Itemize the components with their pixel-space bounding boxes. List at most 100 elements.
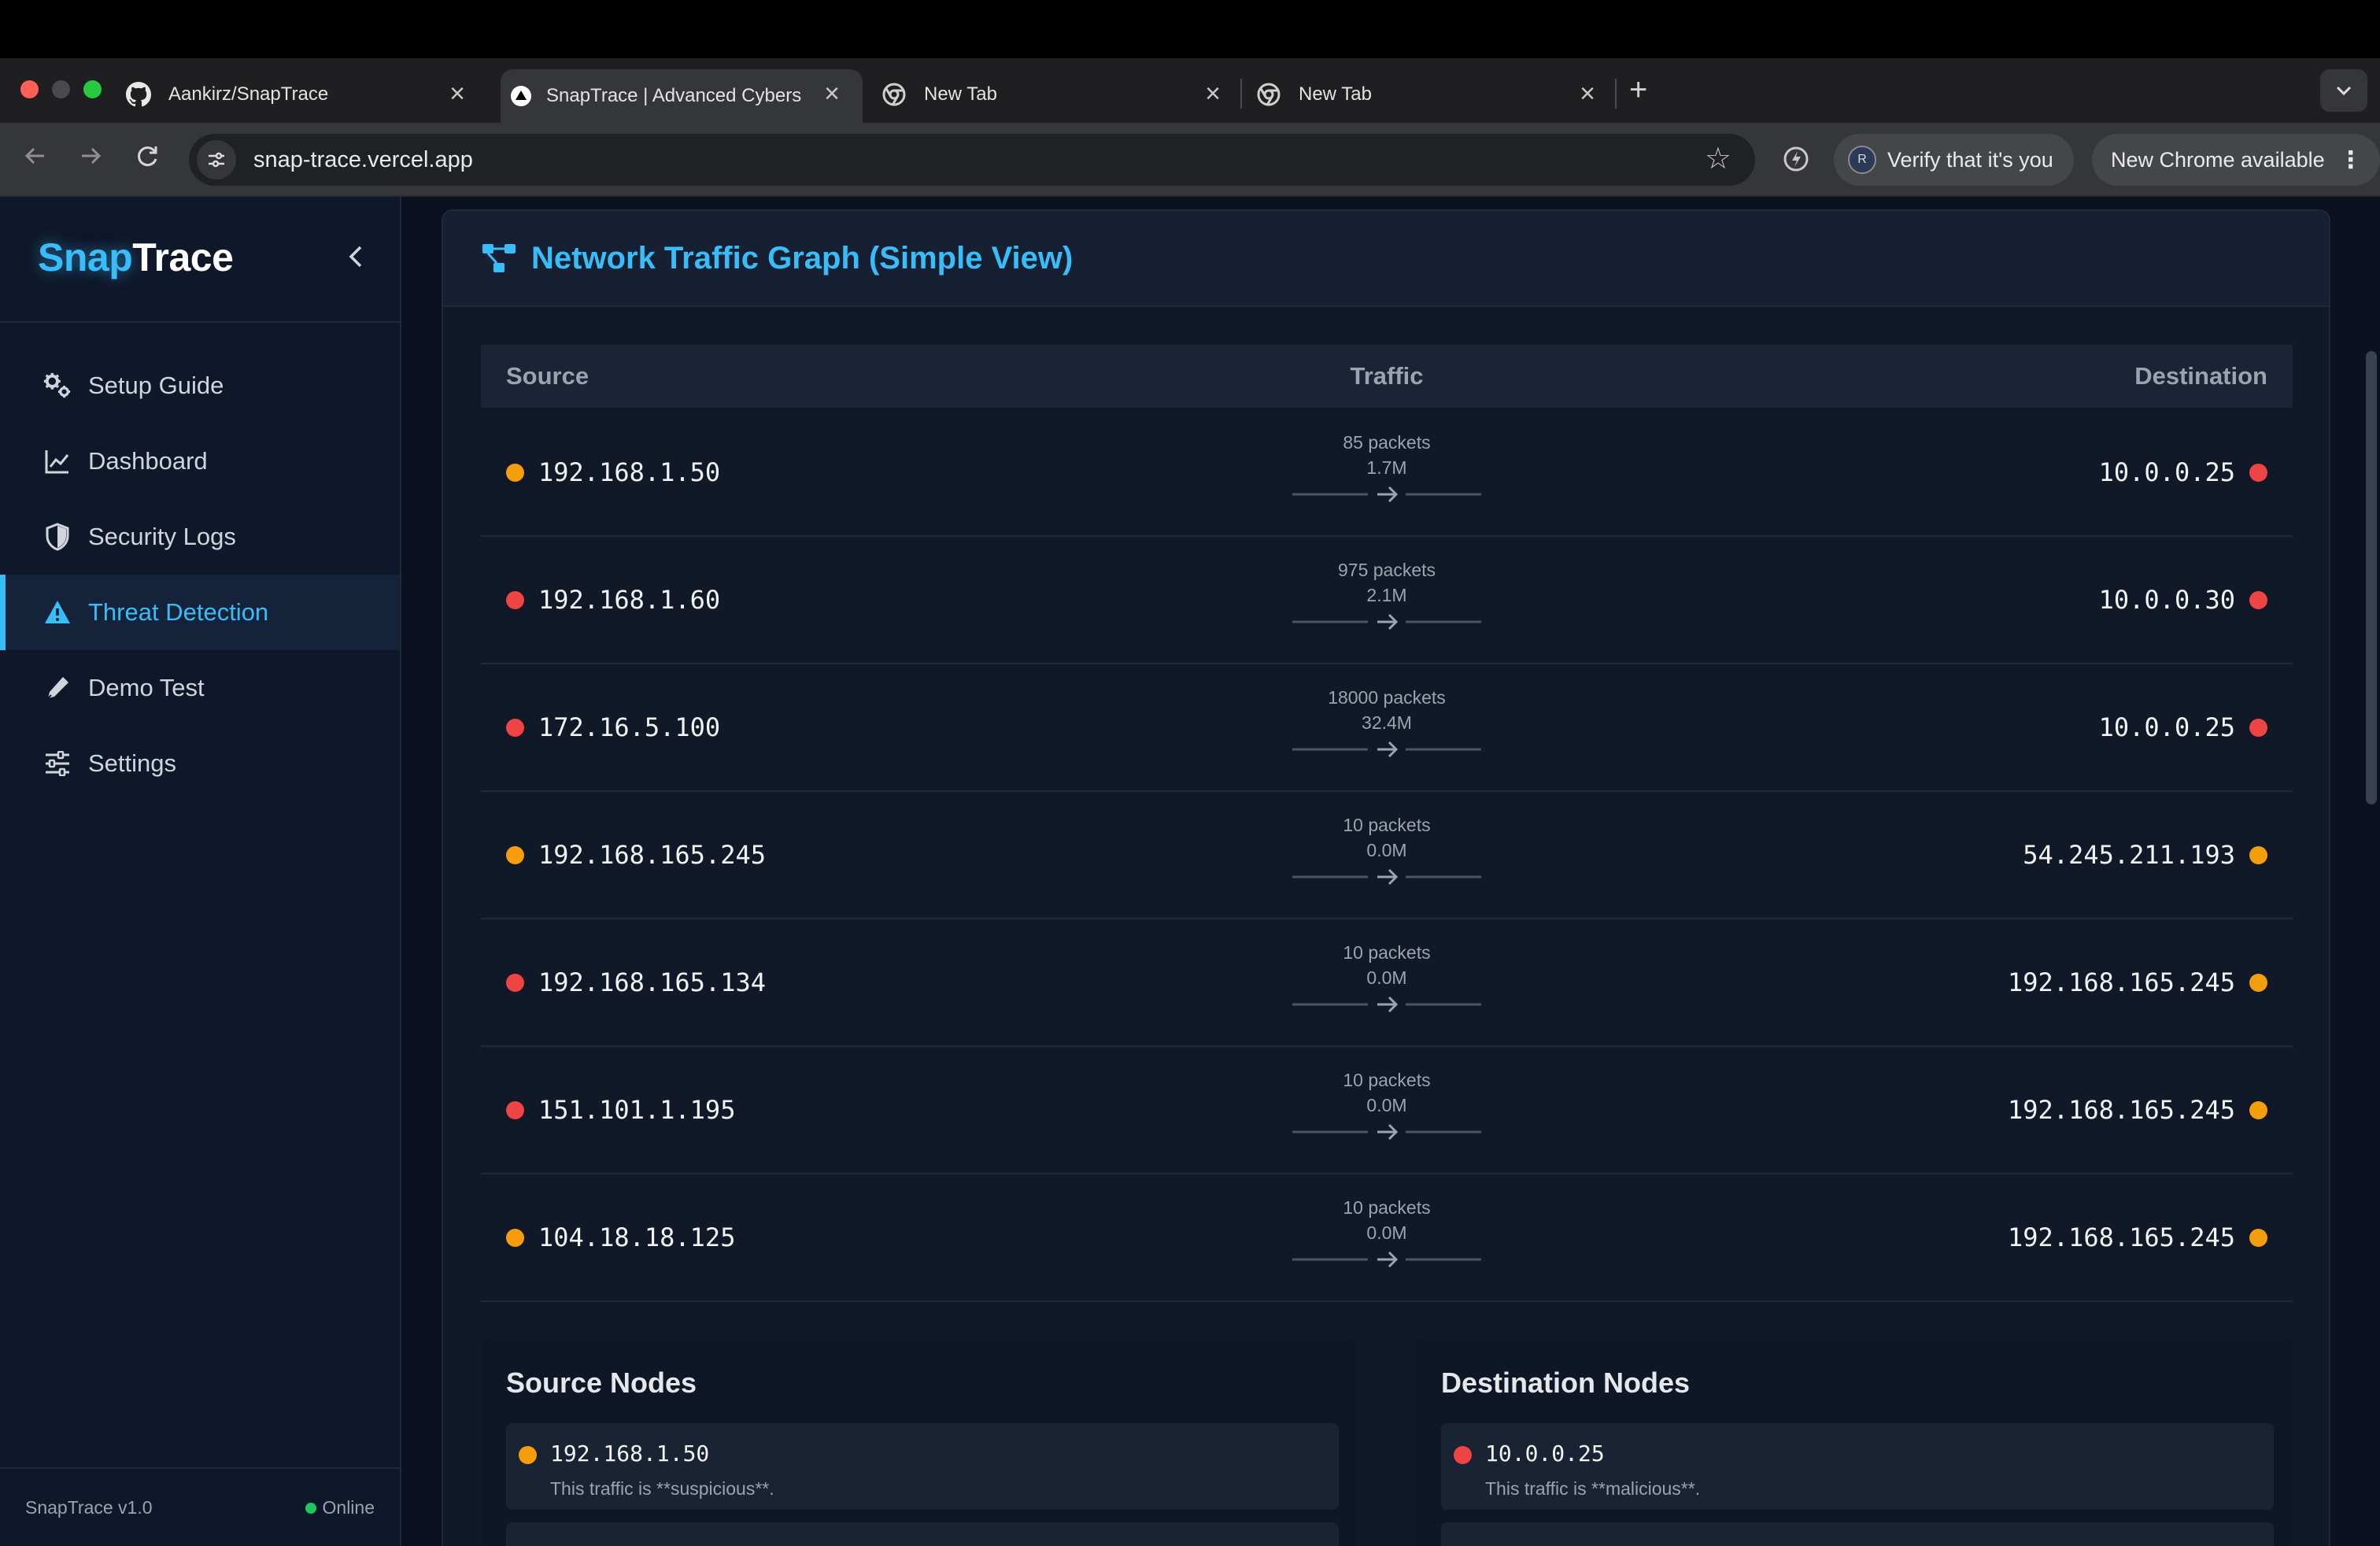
arrow-right-icon [82, 147, 102, 165]
url-text: snap-trace.vercel.app [253, 146, 473, 172]
byte-count: 0.0M [1366, 967, 1407, 988]
browser-tab-snaptrace[interactable]: SnapTrace | Advanced Cybers × [501, 69, 863, 123]
column-header-source: Source [506, 362, 589, 390]
traffic-cell: 975 packets 2.1M [481, 557, 2293, 633]
status-badge: Online [305, 1497, 375, 1518]
profile-verify-button[interactable]: R Verify that it's you [1834, 134, 2074, 186]
online-dot-icon [305, 1502, 316, 1514]
avatar: R [1848, 146, 1876, 174]
update-label: New Chrome available [2111, 147, 2325, 172]
destination-node-item[interactable] [1441, 1522, 2274, 1546]
table-row[interactable]: 151.101.1.195 10 packets 0.0M 192.168.165.2… [481, 1047, 2293, 1174]
new-tab-button[interactable]: + [1629, 72, 1647, 108]
browser-tab-github[interactable]: Aankirz/SnapTrace × [126, 69, 488, 120]
close-icon[interactable]: × [1199, 80, 1226, 107]
severity-dot-icon [2249, 845, 2267, 864]
severity-dot-icon [2249, 1228, 2267, 1247]
arrow-left-icon [24, 147, 44, 165]
sidebar-item-settings[interactable]: Settings [0, 726, 400, 801]
close-icon[interactable]: × [819, 80, 845, 107]
window-zoom-button[interactable] [83, 80, 102, 98]
sidebar-item-dashboard[interactable]: Dashboard [0, 423, 400, 499]
chrome-icon [881, 82, 907, 107]
scrollbar[interactable] [2360, 197, 2380, 1546]
chevron-down-icon [2336, 86, 2352, 96]
traffic-cell: 18000 packets 32.4M [481, 685, 2293, 760]
tab-search-button[interactable] [2320, 69, 2367, 112]
address-bar[interactable]: snap-trace.vercel.app ☆ [189, 134, 1755, 186]
table-row[interactable]: 104.18.18.125 10 packets 0.0M 192.168.165.2… [481, 1174, 2293, 1302]
source-nodes-title: Source Nodes [506, 1367, 697, 1399]
app-version: SnapTrace v1.0 [25, 1497, 153, 1518]
flow-arrow-icon [1292, 868, 1481, 886]
traffic-table-body: 192.168.1.50 85 packets 1.7M 10.0.0.25 192.1… [481, 409, 2293, 1302]
table-row[interactable]: 192.168.165.245 10 packets 0.0M 54.245.211.… [481, 792, 2293, 919]
severity-dot-icon [2249, 463, 2267, 482]
sidebar-nav: Setup Guide Dashboard Security Logs Thre… [0, 348, 400, 801]
destination-ip: 54.245.211.193 [2023, 840, 2235, 870]
sidebar-item-threat-detection[interactable]: Threat Detection [0, 575, 400, 650]
chrome-update-button[interactable]: New Chrome available ⋮ [2092, 134, 2380, 186]
byte-count: 0.0M [1366, 1222, 1407, 1243]
network-graph-icon [482, 244, 516, 272]
column-header-destination: Destination [2134, 362, 2267, 390]
byte-count: 0.0M [1366, 1095, 1407, 1115]
site-settings-icon[interactable] [197, 140, 236, 179]
close-icon[interactable]: × [444, 80, 471, 107]
sidebar-item-label: Demo Test [88, 674, 205, 701]
browser-tab-new-1[interactable]: New Tab × [881, 69, 1244, 120]
traffic-cell: 10 packets 0.0M [481, 812, 2293, 888]
severity-dot-icon [2249, 973, 2267, 992]
source-node-item[interactable]: 192.168.1.50 This traffic is **suspiciou… [506, 1423, 1339, 1510]
table-header: Traffic Source Destination [481, 345, 2293, 408]
panel-header: Network Traffic Graph (Simple View) [443, 211, 2329, 307]
sidebar-item-security-logs[interactable]: Security Logs [0, 499, 400, 575]
byte-count: 0.0M [1366, 840, 1407, 860]
node-ip: 192.168.1.50 [550, 1441, 710, 1466]
sidebar-item-label: Setup Guide [88, 372, 224, 399]
chart-line-icon [42, 446, 72, 476]
app-logo[interactable]: SnapTrace [38, 235, 234, 280]
tab-title: New Tab [924, 83, 997, 105]
table-row[interactable]: 192.168.165.134 10 packets 0.0M 192.168.165… [481, 919, 2293, 1047]
shield-icon [42, 522, 72, 552]
extension-icon[interactable] [1780, 143, 1812, 175]
destination-node-item[interactable]: 10.0.0.25 This traffic is **malicious**. [1441, 1423, 2274, 1510]
sliders-icon [42, 749, 72, 779]
byte-count: 2.1M [1366, 585, 1407, 605]
node-ip: 10.0.0.25 [1485, 1441, 1605, 1466]
destination-cell: 192.168.165.245 [2008, 1174, 2267, 1300]
sidebar-item-setup-guide[interactable]: Setup Guide [0, 348, 400, 423]
destination-ip: 192.168.165.245 [2008, 967, 2235, 997]
reload-button[interactable] [134, 142, 162, 177]
severity-dot-icon [2249, 718, 2267, 737]
table-row[interactable]: 192.168.1.60 975 packets 2.1M 10.0.0.30 [481, 537, 2293, 664]
chevron-left-icon [349, 246, 362, 268]
back-button[interactable] [20, 142, 49, 177]
chrome-icon [1256, 82, 1281, 107]
table-row[interactable]: 172.16.5.100 18000 packets 32.4M 10.0.0.25 [481, 664, 2293, 792]
forward-button[interactable] [77, 142, 105, 177]
sidebar-item-demo-test[interactable]: Demo Test [0, 650, 400, 726]
window-close-button[interactable] [20, 80, 39, 98]
node-description: This traffic is **suspicious**. [550, 1478, 774, 1499]
source-node-item[interactable] [506, 1522, 1339, 1546]
traffic-cell: 85 packets 1.7M [481, 430, 2293, 505]
packet-count: 18000 packets [1328, 687, 1446, 708]
table-row[interactable]: 192.168.1.50 85 packets 1.7M 10.0.0.25 [481, 409, 2293, 537]
window-minimize-button[interactable] [52, 80, 70, 98]
sidebar-item-label: Threat Detection [88, 598, 269, 626]
collapse-sidebar-button[interactable] [342, 239, 370, 274]
divider [0, 1467, 401, 1469]
menu-bar-strip [0, 0, 2380, 58]
browser-tab-new-2[interactable]: New Tab × [1256, 69, 1618, 120]
kebab-menu-icon[interactable]: ⋮ [2339, 146, 2363, 174]
flow-arrow-icon [1292, 1123, 1481, 1141]
close-icon[interactable]: × [1574, 80, 1601, 107]
flow-arrow-icon [1292, 613, 1481, 631]
destination-ip: 10.0.0.30 [2098, 585, 2235, 615]
scrollbar-thumb[interactable] [2366, 351, 2377, 804]
sidebar-item-label: Settings [88, 749, 177, 777]
verify-label: Verify that it's you [1887, 147, 2053, 172]
bookmark-star-icon[interactable]: ☆ [1705, 143, 1731, 175]
